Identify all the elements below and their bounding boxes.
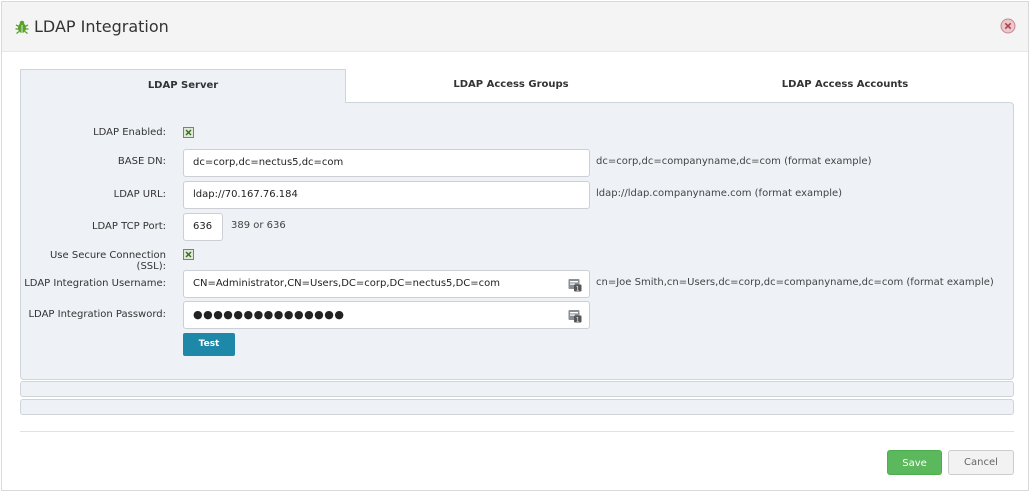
ldap-enabled-checkbox[interactable]: [183, 127, 194, 138]
ssl-checkbox[interactable]: [183, 249, 194, 260]
bug-icon: [14, 19, 30, 35]
credential-icon[interactable]: 1: [568, 308, 582, 323]
credential-icon[interactable]: 1: [568, 277, 582, 292]
tcp-port-hint: 389 or 636: [231, 220, 286, 231]
cancel-button[interactable]: Cancel: [948, 450, 1014, 475]
tab-ldap-access-groups[interactable]: LDAP Access Groups: [346, 69, 676, 103]
footer-divider: [20, 431, 1014, 432]
save-button[interactable]: Save: [887, 450, 942, 475]
dialog-title: LDAP Integration: [34, 17, 169, 36]
password-label: LDAP Integration Password:: [28, 309, 166, 320]
ldap-server-panel: [20, 102, 1014, 380]
ldap-url-label: LDAP URL:: [113, 189, 166, 200]
svg-text:1: 1: [576, 285, 580, 292]
ldap-integration-dialog: LDAP Integration LDAP Server LDAP Access…: [1, 1, 1029, 491]
ldap-url-input[interactable]: ldap://70.167.76.184: [183, 181, 590, 209]
tcp-port-label: LDAP TCP Port:: [91, 221, 166, 232]
ldap-url-hint: ldap://ldap.companyname.com (format exam…: [596, 188, 843, 199]
check-icon: [185, 129, 192, 136]
svg-text:1: 1: [576, 316, 580, 323]
username-label: LDAP Integration Username:: [24, 278, 166, 289]
tab-bar: LDAP Server LDAP Access Groups LDAP Acce…: [20, 69, 1014, 103]
tcp-port-input[interactable]: 636: [183, 213, 223, 241]
base-dn-input[interactable]: dc=corp,dc=nectus5,dc=com: [183, 149, 590, 177]
base-dn-label: BASE DN:: [117, 156, 166, 167]
ssl-label: Use Secure Connection (SSL):: [49, 250, 166, 272]
ldap-enabled-label: LDAP Enabled:: [93, 127, 166, 138]
tab-ldap-server[interactable]: LDAP Server: [20, 69, 346, 103]
tab-ldap-access-accounts[interactable]: LDAP Access Accounts: [676, 69, 1014, 103]
collapsed-panel-2: [20, 399, 1014, 415]
username-input[interactable]: CN=Administrator,CN=Users,DC=corp,DC=nec…: [183, 270, 590, 298]
check-icon: [185, 251, 192, 258]
username-hint: cn=Joe Smith,cn=Users,dc=corp,dc=company…: [596, 277, 994, 288]
close-icon[interactable]: [1000, 18, 1016, 34]
test-button[interactable]: Test: [183, 333, 235, 356]
collapsed-panel-1: [20, 381, 1014, 397]
title-bar: LDAP Integration: [2, 2, 1028, 52]
password-input[interactable]: ●●●●●●●●●●●●●●●: [183, 301, 590, 329]
base-dn-hint: dc=corp,dc=companyname,dc=com (format ex…: [596, 156, 872, 167]
